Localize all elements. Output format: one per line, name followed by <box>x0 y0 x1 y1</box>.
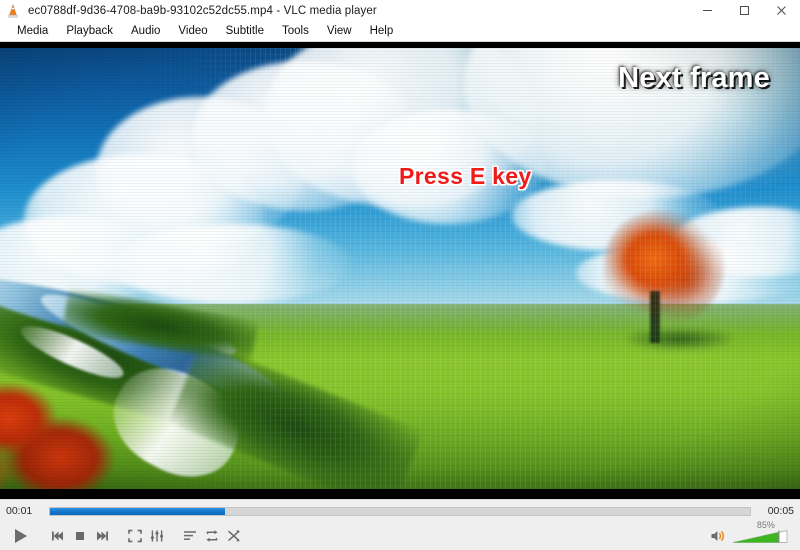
cloud-shape <box>112 224 352 304</box>
volume-slider[interactable]: 85% <box>732 520 790 544</box>
window-controls <box>689 0 800 21</box>
play-button[interactable] <box>6 523 34 549</box>
tree-trunk <box>650 290 660 344</box>
menu-item-audio[interactable]: Audio <box>122 21 169 41</box>
elapsed-time-label: 00:01 <box>6 505 33 517</box>
volume-control[interactable]: 85% <box>709 520 790 546</box>
tree-crown <box>604 211 724 326</box>
seek-progress-fill <box>50 507 225 515</box>
minimize-button[interactable] <box>689 0 726 21</box>
stop-button[interactable] <box>69 525 91 547</box>
playlist-button[interactable] <box>179 525 201 547</box>
loop-button[interactable] <box>201 525 223 547</box>
close-button[interactable] <box>763 0 800 21</box>
tree-shadow <box>628 328 732 351</box>
overlay-press-e-key-label: Press E key <box>399 163 532 189</box>
total-time-label: 00:05 <box>767 505 794 517</box>
menu-item-video[interactable]: Video <box>169 21 216 41</box>
menu-bar: Media Playback Audio Video Subtitle Tool… <box>0 21 800 42</box>
settings-button[interactable] <box>146 525 168 547</box>
video-frame <box>0 48 800 489</box>
video-display-area[interactable]: Next frame Press E key <box>0 42 800 499</box>
letterbox-top <box>0 42 800 48</box>
next-button[interactable] <box>91 525 113 547</box>
menu-item-tools[interactable]: Tools <box>273 21 318 41</box>
volume-level-label: 85% <box>756 519 775 530</box>
vlc-cone-icon <box>5 3 21 19</box>
menu-item-media[interactable]: Media <box>8 21 57 41</box>
shuffle-button[interactable] <box>223 525 245 547</box>
fullscreen-button[interactable] <box>124 525 146 547</box>
overlay-next-frame-label: Next frame <box>618 62 770 94</box>
seek-slider[interactable] <box>49 506 751 516</box>
letterbox-bottom <box>0 489 800 499</box>
control-bar: 85% <box>0 520 800 550</box>
menu-item-playback[interactable]: Playback <box>57 21 122 41</box>
maximize-button[interactable] <box>726 0 763 21</box>
seek-bar-row: 00:01 00:05 <box>0 499 800 522</box>
menu-item-subtitle[interactable]: Subtitle <box>217 21 273 41</box>
previous-button[interactable] <box>47 525 69 547</box>
title-bar: ec0788df-9d36-4708-ba9b-93102c52dc55.mp4… <box>0 0 800 21</box>
vlc-media-player-window: ec0788df-9d36-4708-ba9b-93102c52dc55.mp4… <box>0 0 800 550</box>
volume-icon[interactable] <box>709 526 729 546</box>
red-flowers <box>0 365 120 489</box>
window-title: ec0788df-9d36-4708-ba9b-93102c52dc55.mp4… <box>28 4 377 17</box>
menu-item-view[interactable]: View <box>318 21 361 41</box>
menu-item-help[interactable]: Help <box>361 21 403 41</box>
